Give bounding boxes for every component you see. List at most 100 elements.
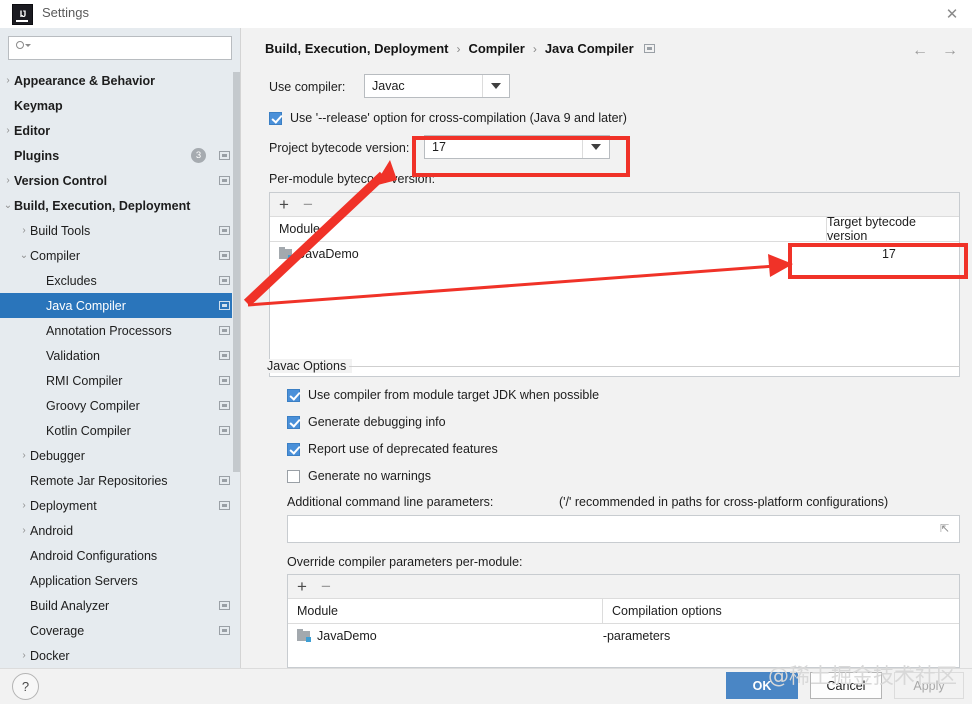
- chevron-right-icon[interactable]: ›: [2, 175, 14, 186]
- target-bytecode-value[interactable]: 17: [819, 247, 959, 261]
- sidebar-item-kotlin-compiler[interactable]: Kotlin Compiler: [0, 418, 240, 443]
- screen-icon: [219, 501, 230, 510]
- release-option-label: Use '--release' option for cross-compila…: [290, 111, 627, 125]
- column-header-target-bytecode[interactable]: Target bytecode version: [826, 215, 959, 243]
- sidebar-item-plugins[interactable]: Plugins 3: [0, 143, 240, 168]
- chevron-down-icon[interactable]: ⌄: [2, 200, 14, 211]
- checkbox-generate-debugging-info[interactable]: Generate debugging info: [287, 415, 446, 429]
- logo-text: IJ: [19, 9, 26, 19]
- sidebar-item-coverage[interactable]: Coverage: [0, 618, 240, 643]
- screen-icon: [219, 626, 230, 635]
- dialog-footer: ? OK Cancel Apply: [0, 668, 972, 704]
- use-compiler-label: Use compiler:: [269, 80, 346, 94]
- sidebar-item-label: Build, Execution, Deployment: [14, 198, 191, 213]
- sidebar-item-appearance-behavior[interactable]: › Appearance & Behavior: [0, 68, 240, 93]
- chevron-right-icon[interactable]: ›: [2, 125, 14, 136]
- chevron-right-icon[interactable]: ›: [18, 225, 30, 236]
- search-input[interactable]: [33, 39, 227, 59]
- sidebar-item-debugger[interactable]: › Debugger: [0, 443, 240, 468]
- sidebar-scrollbar-thumb[interactable]: [233, 72, 240, 472]
- per-module-table-toolbar: + −: [270, 193, 959, 217]
- release-option-checkbox[interactable]: Use '--release' option for cross-compila…: [269, 111, 627, 125]
- apply-button[interactable]: Apply: [894, 672, 964, 699]
- chevron-right-icon[interactable]: ›: [18, 650, 30, 661]
- additional-params-input[interactable]: ⇱: [287, 515, 960, 543]
- sidebar-item-editor[interactable]: › Editor: [0, 118, 240, 143]
- compilation-options-value[interactable]: -parameters: [594, 629, 959, 643]
- sidebar-item-label: Android Configurations: [30, 548, 158, 563]
- chevron-right-icon[interactable]: ›: [18, 525, 30, 536]
- chevron-right-icon[interactable]: ›: [18, 450, 30, 461]
- sidebar-item-label: Remote Jar Repositories: [30, 473, 168, 488]
- cancel-button[interactable]: Cancel: [810, 672, 882, 699]
- add-row-button[interactable]: +: [279, 196, 289, 213]
- breadcrumb: Build, Execution, Deployment › Compiler …: [265, 41, 655, 56]
- sidebar-item-deployment[interactable]: › Deployment: [0, 493, 240, 518]
- table-row[interactable]: JavaDemo -parameters: [288, 624, 959, 648]
- column-header-compilation-options[interactable]: Compilation options: [602, 598, 959, 624]
- sidebar-item-label: Deployment: [30, 498, 97, 513]
- table-row[interactable]: JavaDemo 17: [270, 242, 959, 266]
- settings-sidebar: › Appearance & Behavior Keymap › Editor Plugi…: [0, 28, 240, 668]
- close-icon[interactable]: ✕: [942, 4, 962, 24]
- arrow-right-icon[interactable]: →: [942, 42, 958, 60]
- checkbox-report-deprecated[interactable]: Report use of deprecated features: [287, 442, 498, 456]
- sidebar-item-label: Compiler: [30, 248, 81, 263]
- remove-row-button[interactable]: −: [321, 578, 331, 595]
- module-name: JavaDemo: [317, 629, 377, 643]
- ok-button[interactable]: OK: [726, 672, 798, 699]
- checkbox-label: Generate no warnings: [308, 469, 431, 483]
- title-bar: IJ Settings ✕: [0, 0, 972, 29]
- per-module-label: Per-module bytecode version:: [269, 172, 436, 186]
- sidebar-item-android-configurations[interactable]: Android Configurations: [0, 543, 240, 568]
- sidebar-item-keymap[interactable]: Keymap: [0, 93, 240, 118]
- logo-underline: [16, 20, 28, 22]
- sidebar-item-build-tools[interactable]: › Build Tools: [0, 218, 240, 243]
- screen-icon: [643, 44, 655, 53]
- screen-icon: [219, 326, 230, 335]
- sidebar-item-excludes[interactable]: Excludes: [0, 268, 240, 293]
- sidebar-item-label: Kotlin Compiler: [46, 423, 131, 438]
- sidebar-item-label: Appearance & Behavior: [14, 73, 156, 88]
- project-bytecode-select[interactable]: 17: [424, 135, 610, 159]
- use-compiler-select[interactable]: Javac: [364, 74, 510, 98]
- breadcrumb-item-2[interactable]: Compiler: [468, 41, 524, 56]
- sidebar-item-docker[interactable]: › Docker: [0, 643, 240, 668]
- chevron-down-icon[interactable]: ⌄: [18, 250, 30, 261]
- chevron-down-icon[interactable]: [482, 75, 509, 97]
- javac-options-title: Javac Options: [267, 359, 353, 373]
- sidebar-item-compiler[interactable]: ⌄ Compiler: [0, 243, 240, 268]
- sidebar-item-build-execution-deployment[interactable]: ⌄ Build, Execution, Deployment: [0, 193, 240, 218]
- sidebar-item-version-control[interactable]: › Version Control: [0, 168, 240, 193]
- sidebar-item-annotation-processors[interactable]: Annotation Processors: [0, 318, 240, 343]
- add-row-button[interactable]: +: [297, 578, 307, 595]
- checkbox-generate-no-warnings[interactable]: Generate no warnings: [287, 469, 431, 483]
- screen-icon: [219, 176, 230, 185]
- main-panel: Build, Execution, Deployment › Compiler …: [241, 28, 972, 668]
- sidebar-item-java-compiler[interactable]: Java Compiler: [0, 293, 240, 318]
- screen-icon: [219, 376, 230, 385]
- chevron-right-icon[interactable]: ›: [2, 75, 14, 86]
- chevron-down-icon[interactable]: [582, 136, 609, 158]
- column-header-module[interactable]: Module: [270, 222, 826, 236]
- help-icon[interactable]: ?: [12, 673, 39, 700]
- sidebar-item-groovy-compiler[interactable]: Groovy Compiler: [0, 393, 240, 418]
- sidebar-item-label: RMI Compiler: [46, 373, 123, 388]
- breadcrumb-item-1[interactable]: Build, Execution, Deployment: [265, 41, 448, 56]
- column-header-module[interactable]: Module: [288, 604, 602, 618]
- chevron-right-icon[interactable]: ›: [18, 500, 30, 511]
- arrow-left-icon[interactable]: ←: [912, 42, 928, 60]
- sidebar-item-remote-jar-repositories[interactable]: Remote Jar Repositories: [0, 468, 240, 493]
- checkbox-box: [287, 469, 300, 483]
- sidebar-item-build-analyzer[interactable]: Build Analyzer: [0, 593, 240, 618]
- remove-row-button[interactable]: −: [303, 196, 313, 213]
- expand-icon[interactable]: ⇱: [940, 524, 951, 535]
- checkbox-use-module-jdk[interactable]: Use compiler from module target JDK when…: [287, 388, 599, 402]
- sidebar-item-rmi-compiler[interactable]: RMI Compiler: [0, 368, 240, 393]
- sidebar-item-android[interactable]: › Android: [0, 518, 240, 543]
- sidebar-item-application-servers[interactable]: Application Servers: [0, 568, 240, 593]
- search-field[interactable]: [8, 36, 232, 60]
- sidebar-item-validation[interactable]: Validation: [0, 343, 240, 368]
- screen-icon: [219, 151, 230, 160]
- sidebar-item-label: Editor: [14, 123, 51, 138]
